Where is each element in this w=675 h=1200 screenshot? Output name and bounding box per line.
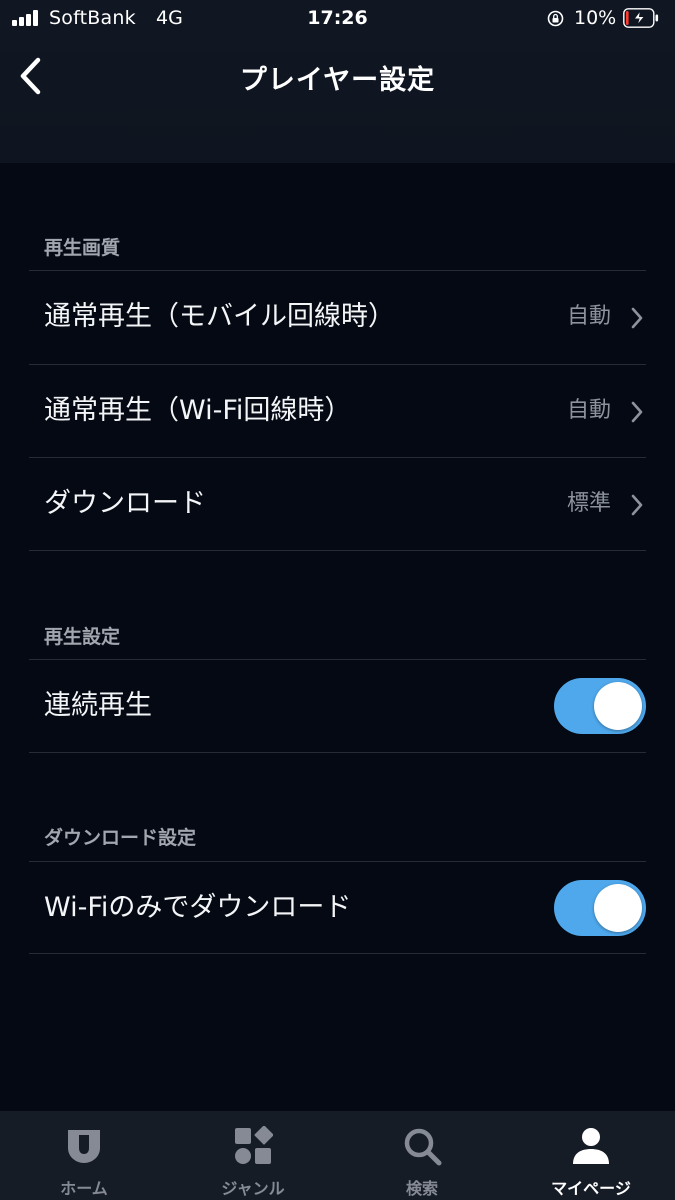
tab-label: 検索 <box>405 1179 438 1198</box>
row-value: 自動 <box>566 398 611 423</box>
chevron-right-icon <box>631 401 643 423</box>
row-label: Wi-Fiのみでダウンロード <box>44 892 352 923</box>
continuous-play-toggle[interactable] <box>554 678 646 734</box>
row-label: 連続再生 <box>44 690 152 721</box>
section-title-playback: 再生設定 <box>44 626 121 648</box>
tab-bar: ホーム ジャンル 検索 マイページ <box>0 1111 675 1200</box>
quality-wifi-row[interactable]: 通常再生（Wi-Fi回線時） 自動 <box>29 365 646 457</box>
battery-percent: 10% <box>574 7 617 29</box>
divider <box>29 752 646 753</box>
search-icon <box>404 1128 442 1166</box>
section-title-download: ダウンロード設定 <box>44 827 197 849</box>
genre-grid-icon <box>235 1126 273 1164</box>
player-settings-screen: SoftBank 4G 17:26 10% プレイヤー設定 再生画質 通常再生（… <box>0 0 675 1200</box>
orientation-lock-icon <box>547 10 564 27</box>
tab-home[interactable]: ホーム <box>0 1111 168 1200</box>
section-title-quality: 再生画質 <box>44 237 121 259</box>
header: SoftBank 4G 17:26 10% プレイヤー設定 <box>0 0 675 163</box>
tab-search[interactable]: 検索 <box>338 1111 506 1200</box>
tab-label: ジャンル <box>221 1179 285 1198</box>
status-bar: SoftBank 4G 17:26 10% <box>0 0 675 38</box>
home-shield-icon <box>68 1130 100 1163</box>
wifi-only-download-toggle[interactable] <box>554 880 646 936</box>
battery-charging-icon <box>623 8 659 28</box>
toggle-knob <box>594 884 642 932</box>
page-title: プレイヤー設定 <box>239 65 436 96</box>
chevron-right-icon <box>631 307 643 329</box>
divider <box>29 550 646 551</box>
row-value: 標準 <box>566 491 611 516</box>
continuous-play-row: 連続再生 <box>29 660 646 752</box>
tab-mypage[interactable]: マイページ <box>507 1111 675 1200</box>
row-label: ダウンロード <box>44 488 206 519</box>
divider <box>29 953 646 954</box>
tab-label: ホーム <box>60 1179 108 1198</box>
wifi-only-download-row: Wi-Fiのみでダウンロード <box>29 862 646 954</box>
row-label: 通常再生（モバイル回線時） <box>44 301 395 332</box>
row-label: 通常再生（Wi-Fi回線時） <box>44 395 352 426</box>
quality-download-row[interactable]: ダウンロード 標準 <box>29 458 646 550</box>
tab-label: マイページ <box>551 1179 631 1198</box>
quality-mobile-row[interactable]: 通常再生（モバイル回線時） 自動 <box>29 271 646 363</box>
chevron-right-icon <box>631 494 643 516</box>
tab-genre[interactable]: ジャンル <box>169 1111 337 1200</box>
row-value: 自動 <box>566 304 611 329</box>
toggle-knob <box>594 682 642 730</box>
person-icon <box>573 1128 609 1164</box>
